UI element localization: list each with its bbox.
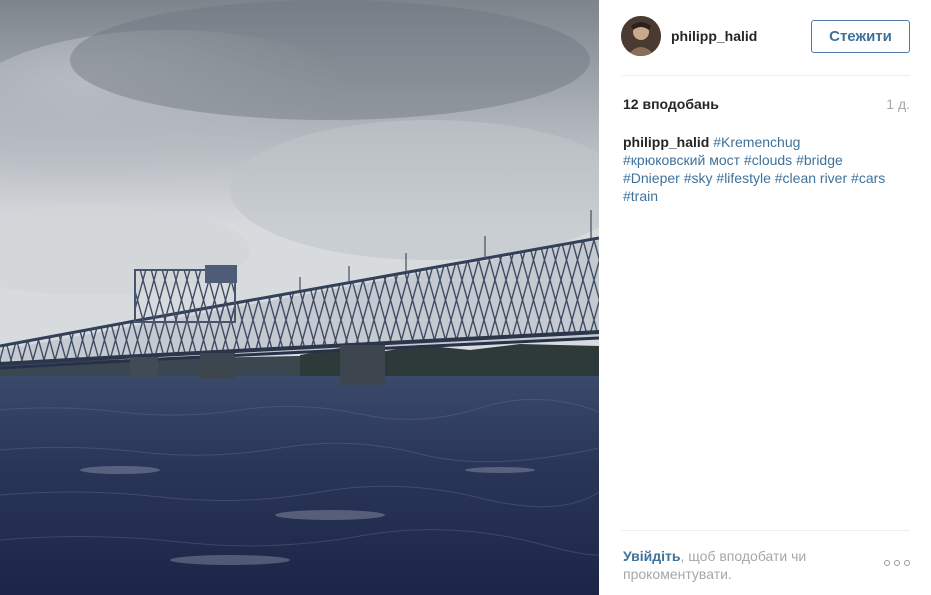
follow-button[interactable]: Стежити (811, 20, 910, 53)
likes-count[interactable]: 12 вподобань (623, 96, 719, 112)
user-avatar-icon (621, 16, 661, 56)
hashtag[interactable]: #крюковский мост (623, 152, 740, 168)
hashtag[interactable]: #Dnieper (623, 170, 680, 186)
hashtag[interactable]: #Kremenchug (713, 134, 800, 150)
more-dot (894, 560, 900, 566)
more-dot (884, 560, 890, 566)
hashtag[interactable]: #train (623, 188, 658, 204)
hashtag[interactable]: #sky (684, 170, 713, 186)
post-caption: philipp_halid #Kremenchug #крюковский мо… (623, 133, 910, 205)
hashtag[interactable]: #clean river (775, 170, 847, 186)
likes-row: 12 вподобань 1 д. (621, 96, 910, 114)
more-dot (904, 560, 910, 566)
login-prompt: Увійдіть, щоб вподобати чи прокоментуват… (623, 547, 843, 583)
hashtag[interactable]: #bridge (796, 152, 843, 168)
post-header: philipp_halid Стежити (621, 16, 910, 76)
more-options-icon[interactable] (884, 557, 910, 569)
bridge-river-photo (0, 0, 599, 595)
post-view: philipp_halid Стежити 12 вподобань 1 д. … (0, 0, 931, 595)
post-sidebar: philipp_halid Стежити 12 вподобань 1 д. … (599, 0, 931, 595)
post-footer: Увійдіть, щоб вподобати чи прокоментуват… (621, 530, 910, 595)
avatar[interactable] (621, 16, 661, 56)
post-photo[interactable] (0, 0, 599, 595)
login-link[interactable]: Увійдіть (623, 548, 681, 564)
hashtag[interactable]: #cars (851, 170, 885, 186)
hashtag[interactable]: #clouds (744, 152, 792, 168)
post-time[interactable]: 1 д. (886, 96, 910, 112)
hashtag[interactable]: #lifestyle (716, 170, 770, 186)
caption-username[interactable]: philipp_halid (623, 134, 709, 150)
author-username[interactable]: philipp_halid (671, 28, 757, 44)
